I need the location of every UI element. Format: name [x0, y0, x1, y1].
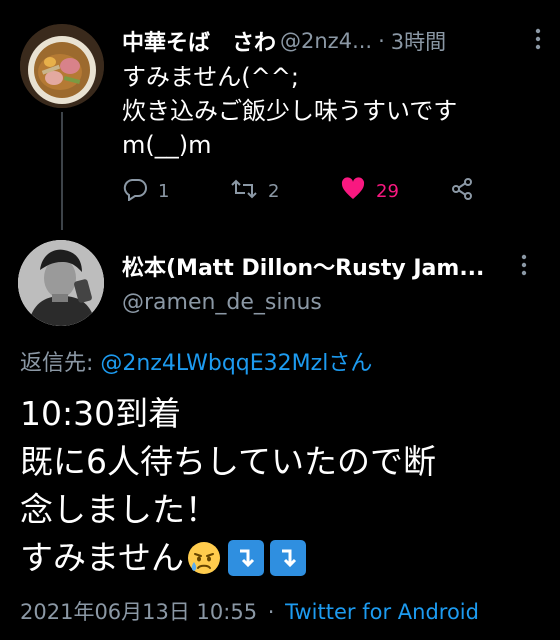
more-options-icon[interactable] [520, 254, 528, 280]
footer-separator: · [267, 600, 275, 624]
replying-to: 返信先: @2nz4LWbqqE32Mzlさん [20, 345, 372, 377]
reply-display-name[interactable]: 松本(Matt Dillon〜Rusty Jam... [122, 250, 484, 282]
reply-text-line: 既に6人待ちしていたので断 [20, 442, 437, 481]
reply-tweet-text: 10:30到着 既に6人待ちしていたので断 念しました！ すみません [20, 390, 436, 582]
arrow-down-icon [228, 540, 265, 576]
parent-tweet-text: すみません(^^; 炊き込みご飯少し味うすいです m(__)m [122, 60, 457, 162]
parent-text-line: すみません(^^; [122, 63, 299, 91]
tweet-footer: 2021年06月13日 10:55 · Twitter for Android [20, 596, 479, 626]
parent-header: 中華そば さわ @2nz4... · 3時間 [122, 24, 542, 58]
parent-display-name[interactable]: 中華そば さわ [122, 25, 276, 57]
thread-line [61, 112, 63, 230]
reply-count: 1 [158, 180, 170, 202]
parent-text-line: m(__)m [122, 131, 212, 159]
retweet-count: 2 [268, 180, 280, 202]
reply-text-line-with-emoji: すみません [20, 534, 436, 582]
crying-face-icon [186, 540, 222, 576]
reply-text-line: 10:30到着 [20, 394, 182, 433]
replying-to-mention[interactable]: @2nz4LWbqqE32Mzlさん [100, 351, 372, 376]
reply-icon [122, 177, 158, 206]
parent-text-line: 炊き込みご飯少し味うすいです [122, 97, 458, 125]
tweet-client-link[interactable]: Twitter for Android [285, 600, 479, 624]
like-button[interactable]: 29 [340, 176, 399, 206]
reply-text-line: 念しました！ [20, 490, 218, 529]
reply-button[interactable]: 1 [122, 176, 169, 206]
parent-action-bar: 1 2 29 [122, 176, 482, 206]
share-button[interactable] [450, 176, 484, 206]
retweet-icon [230, 177, 268, 206]
heart-icon [340, 176, 376, 206]
reply-text-line: すみません [20, 538, 185, 577]
parent-timestamp[interactable]: 3時間 [391, 26, 446, 56]
parent-separator: · [378, 29, 385, 53]
arrow-down-icon [270, 540, 307, 576]
reply-handle[interactable]: @ramen_de_sinus [122, 290, 322, 315]
reply-avatar[interactable] [18, 240, 104, 326]
parent-handle[interactable]: @2nz4... [280, 29, 372, 53]
more-options-icon[interactable] [534, 28, 542, 55]
share-icon [450, 177, 484, 206]
retweet-button[interactable]: 2 [230, 176, 279, 206]
parent-avatar[interactable] [20, 24, 104, 108]
replying-to-label: 返信先: [20, 351, 101, 376]
like-count: 29 [376, 180, 399, 202]
tweet-datetime[interactable]: 2021年06月13日 10:55 [20, 600, 257, 624]
